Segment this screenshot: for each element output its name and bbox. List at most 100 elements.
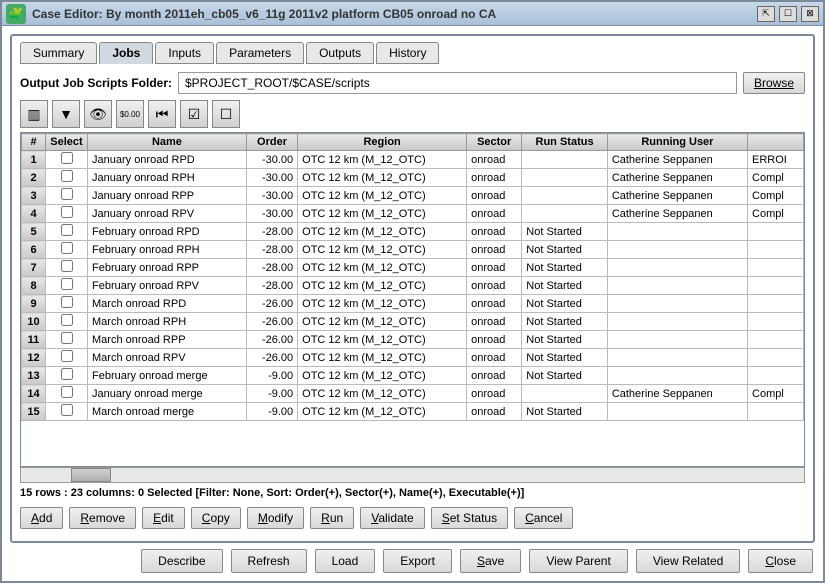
select-cell[interactable] bbox=[46, 241, 88, 259]
row-checkbox[interactable] bbox=[61, 278, 73, 290]
row-checkbox[interactable] bbox=[61, 224, 73, 236]
check-icon[interactable]: ☑ bbox=[180, 100, 208, 128]
column-header[interactable]: Run Status bbox=[522, 134, 608, 151]
table-row[interactable]: 14January onroad merge-9.00OTC 12 km (M_… bbox=[22, 385, 804, 403]
status-cell bbox=[522, 187, 608, 205]
row-checkbox[interactable] bbox=[61, 386, 73, 398]
select-cell[interactable] bbox=[46, 385, 88, 403]
column-header[interactable]: Name bbox=[88, 134, 247, 151]
maximize-icon[interactable]: ☐ bbox=[779, 6, 797, 22]
select-cell[interactable] bbox=[46, 349, 88, 367]
status-cell: Not Started bbox=[522, 367, 608, 385]
table-row[interactable]: 10March onroad RPH-26.00OTC 12 km (M_12_… bbox=[22, 313, 804, 331]
table-row[interactable]: 3January onroad RPP-30.00OTC 12 km (M_12… bbox=[22, 187, 804, 205]
refresh-button[interactable]: Refresh bbox=[231, 549, 307, 573]
row-checkbox[interactable] bbox=[61, 296, 73, 308]
tab-parameters[interactable]: Parameters bbox=[216, 42, 304, 64]
status-text: 15 rows : 23 columns: 0 Selected [Filter… bbox=[20, 483, 805, 503]
row-checkbox[interactable] bbox=[61, 170, 73, 182]
table-row[interactable]: 5February onroad RPD-28.00OTC 12 km (M_1… bbox=[22, 223, 804, 241]
ext-cell bbox=[748, 277, 804, 295]
table-row[interactable]: 9March onroad RPD-26.00OTC 12 km (M_12_O… bbox=[22, 295, 804, 313]
tab-jobs[interactable]: Jobs bbox=[99, 42, 153, 64]
view-parent-button[interactable]: View Parent bbox=[529, 549, 627, 573]
scroll-thumb[interactable] bbox=[71, 468, 111, 482]
select-cell[interactable] bbox=[46, 331, 88, 349]
save-button[interactable]: Save bbox=[460, 549, 521, 573]
column-header[interactable]: Running User bbox=[607, 134, 747, 151]
select-cell[interactable] bbox=[46, 187, 88, 205]
tab-outputs[interactable]: Outputs bbox=[306, 42, 374, 64]
row-checkbox[interactable] bbox=[61, 206, 73, 218]
run-button[interactable]: Run bbox=[310, 507, 354, 529]
row-checkbox[interactable] bbox=[61, 332, 73, 344]
add-button[interactable]: Add bbox=[20, 507, 63, 529]
validate-button[interactable]: Validate bbox=[360, 507, 425, 529]
column-header[interactable]: Sector bbox=[467, 134, 522, 151]
describe-button[interactable]: Describe bbox=[141, 549, 222, 573]
table-row[interactable]: 6February onroad RPH-28.00OTC 12 km (M_1… bbox=[22, 241, 804, 259]
table-row[interactable]: 8February onroad RPV-28.00OTC 12 km (M_1… bbox=[22, 277, 804, 295]
tab-summary[interactable]: Summary bbox=[20, 42, 97, 64]
horizontal-scrollbar[interactable] bbox=[20, 467, 805, 483]
row-checkbox[interactable] bbox=[61, 152, 73, 164]
select-cell[interactable] bbox=[46, 169, 88, 187]
format-icon[interactable]: $0.00 bbox=[116, 100, 144, 128]
cancel-button[interactable]: Cancel bbox=[514, 507, 573, 529]
tab-history[interactable]: History bbox=[376, 42, 439, 64]
select-cell[interactable] bbox=[46, 151, 88, 169]
column-header[interactable]: Select bbox=[46, 134, 88, 151]
set-status-button[interactable]: Set Status bbox=[431, 507, 508, 529]
column-header[interactable]: # bbox=[22, 134, 46, 151]
select-cell[interactable] bbox=[46, 313, 88, 331]
select-cell[interactable] bbox=[46, 205, 88, 223]
select-cell[interactable] bbox=[46, 295, 88, 313]
table-row[interactable]: 7February onroad RPP-28.00OTC 12 km (M_1… bbox=[22, 259, 804, 277]
select-cell[interactable] bbox=[46, 277, 88, 295]
edit-button[interactable]: Edit bbox=[142, 507, 185, 529]
row-checkbox[interactable] bbox=[61, 260, 73, 272]
table-row[interactable]: 1January onroad RPD-30.00OTC 12 km (M_12… bbox=[22, 151, 804, 169]
modify-button[interactable]: Modify bbox=[247, 507, 304, 529]
uncheck-icon[interactable]: ☐ bbox=[212, 100, 240, 128]
browse-button[interactable]: Browse bbox=[743, 72, 805, 94]
load-button[interactable]: Load bbox=[315, 549, 376, 573]
table-row[interactable]: 12March onroad RPV-26.00OTC 12 km (M_12_… bbox=[22, 349, 804, 367]
close-button[interactable]: Close bbox=[748, 549, 813, 573]
table-row[interactable]: 15March onroad merge-9.00OTC 12 km (M_12… bbox=[22, 403, 804, 421]
action-buttons: Add Remove Edit Copy Modify Run Validate Set St… bbox=[20, 503, 805, 533]
remove-button[interactable]: Remove bbox=[69, 507, 136, 529]
table-row[interactable]: 4January onroad RPV-30.00OTC 12 km (M_12… bbox=[22, 205, 804, 223]
jobs-table: #SelectNameOrderRegionSectorRun StatusRu… bbox=[21, 133, 804, 421]
copy-button[interactable]: Copy bbox=[191, 507, 241, 529]
tab-inputs[interactable]: Inputs bbox=[155, 42, 214, 64]
row-checkbox[interactable] bbox=[61, 350, 73, 362]
minimize-icon[interactable]: ⇱ bbox=[757, 6, 775, 22]
filter-icon[interactable]: ▼ bbox=[52, 100, 80, 128]
first-icon[interactable]: ⏮ bbox=[148, 100, 176, 128]
row-checkbox[interactable] bbox=[61, 188, 73, 200]
eye-icon[interactable]: 👁 bbox=[84, 100, 112, 128]
row-checkbox[interactable] bbox=[61, 404, 73, 416]
select-cell[interactable] bbox=[46, 223, 88, 241]
table-row[interactable]: 2January onroad RPH-30.00OTC 12 km (M_12… bbox=[22, 169, 804, 187]
row-checkbox[interactable] bbox=[61, 368, 73, 380]
select-cell[interactable] bbox=[46, 367, 88, 385]
table-row[interactable]: 11March onroad RPP-26.00OTC 12 km (M_12_… bbox=[22, 331, 804, 349]
export-button[interactable]: Export bbox=[383, 549, 452, 573]
jobs-grid[interactable]: #SelectNameOrderRegionSectorRun StatusRu… bbox=[20, 132, 805, 467]
view-related-button[interactable]: View Related bbox=[636, 549, 741, 573]
close-icon[interactable]: ⊠ bbox=[801, 6, 819, 22]
select-cell[interactable] bbox=[46, 403, 88, 421]
row-checkbox[interactable] bbox=[61, 314, 73, 326]
folder-input[interactable] bbox=[178, 72, 737, 94]
columns-icon[interactable]: ▥ bbox=[20, 100, 48, 128]
titlebar[interactable]: 🧩 Case Editor: By month 2011eh_cb05_v6_1… bbox=[2, 2, 823, 26]
column-header[interactable]: Order bbox=[246, 134, 297, 151]
row-checkbox[interactable] bbox=[61, 242, 73, 254]
row-number: 1 bbox=[22, 151, 46, 169]
column-header[interactable] bbox=[748, 134, 804, 151]
select-cell[interactable] bbox=[46, 259, 88, 277]
table-row[interactable]: 13February onroad merge-9.00OTC 12 km (M… bbox=[22, 367, 804, 385]
column-header[interactable]: Region bbox=[298, 134, 467, 151]
